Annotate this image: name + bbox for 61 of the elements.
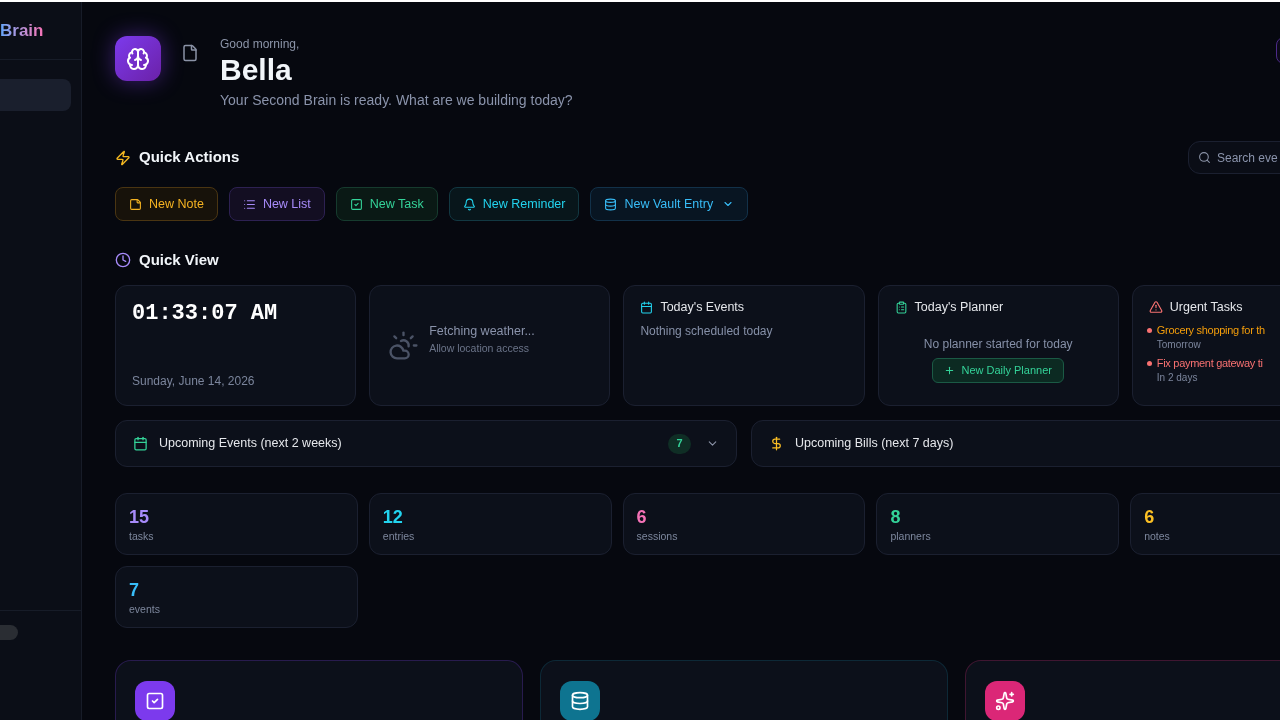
empty-message: Nothing scheduled today xyxy=(640,322,774,340)
quick-action-button[interactable]: New Reminder xyxy=(448,187,580,221)
count-badge: 7 xyxy=(668,433,691,454)
weather-hint: Allow location access xyxy=(429,340,530,355)
app-title: Brain xyxy=(0,22,44,39)
quick-action-button[interactable]: New List xyxy=(228,187,325,221)
search-field[interactable]: Search eve xyxy=(1188,141,1280,174)
collapsible-panel[interactable]: Upcoming Bills (next 7 days) xyxy=(751,420,1280,467)
panel-title: Upcoming Events (next 2 weeks) xyxy=(159,435,342,453)
user-name: Bella xyxy=(220,53,293,87)
stat-value: 6 xyxy=(1144,506,1156,528)
dollar-icon xyxy=(769,436,784,451)
cloud-sun-icon xyxy=(388,330,420,361)
bell-icon xyxy=(462,197,476,211)
stat-label: tasks xyxy=(129,529,155,543)
checkbox-icon xyxy=(349,197,363,211)
new-planner-button[interactable]: New Daily Planner xyxy=(932,357,1064,383)
list-icon xyxy=(242,197,256,211)
stat-label: events xyxy=(129,602,161,616)
stat-label: planners xyxy=(890,529,932,543)
stat-value: 8 xyxy=(890,506,902,528)
clock-time: 01:33:07 AM xyxy=(132,300,279,328)
card-title: Today's Events xyxy=(660,299,745,316)
stat-label: entries xyxy=(382,529,416,543)
empty-message: No planner started for today xyxy=(923,335,1073,352)
calendar-icon xyxy=(133,436,148,451)
file-icon[interactable] xyxy=(181,44,199,62)
quick-action-button[interactable]: New Note xyxy=(115,187,218,221)
brain-logo-icon xyxy=(115,36,161,81)
search-icon xyxy=(1198,151,1211,164)
task-due: Tomorrow xyxy=(1156,337,1202,351)
calendar-icon xyxy=(640,300,654,314)
plus-icon xyxy=(944,364,956,376)
urgent-task-title[interactable]: Fix payment gateway ti xyxy=(1156,354,1263,371)
quick-action-button[interactable]: New Task xyxy=(335,187,438,221)
section-title: Quick Actions xyxy=(139,147,240,168)
warning-icon xyxy=(1148,300,1163,315)
lightning-icon xyxy=(115,149,131,166)
panel-title: Upcoming Bills (next 7 days) xyxy=(795,435,954,453)
urgent-task-title[interactable]: Grocery shopping for th xyxy=(1156,321,1265,338)
quick-action-button[interactable]: New Vault Entry xyxy=(590,187,749,221)
stat-value: 12 xyxy=(382,506,404,528)
stat-value: 15 xyxy=(129,506,151,528)
weather-status: Fetching weather... xyxy=(429,322,535,339)
header-subtitle: Your Second Brain is ready. What are we building today? xyxy=(220,91,573,109)
pill-shape xyxy=(0,625,18,640)
clipboard-icon xyxy=(894,300,908,314)
collapsible-panel[interactable]: Upcoming Events (next 2 weeks) 7 xyxy=(115,420,737,467)
clock-date: Sunday, June 14, 2026 xyxy=(132,373,256,390)
stat-value: 6 xyxy=(636,506,648,528)
clock-icon xyxy=(115,252,131,268)
stat-value: 7 xyxy=(129,579,140,601)
section-title: Quick View xyxy=(139,249,219,270)
note-icon xyxy=(129,197,142,211)
card-title: Today's Planner xyxy=(914,299,1004,316)
stat-label: notes xyxy=(1144,529,1171,543)
database-icon xyxy=(604,197,618,211)
stat-label: sessions xyxy=(636,529,679,543)
task-due: In 2 days xyxy=(1156,370,1199,384)
greeting-text: Good morning, xyxy=(220,37,301,51)
card-title: Urgent Tasks xyxy=(1169,299,1243,316)
